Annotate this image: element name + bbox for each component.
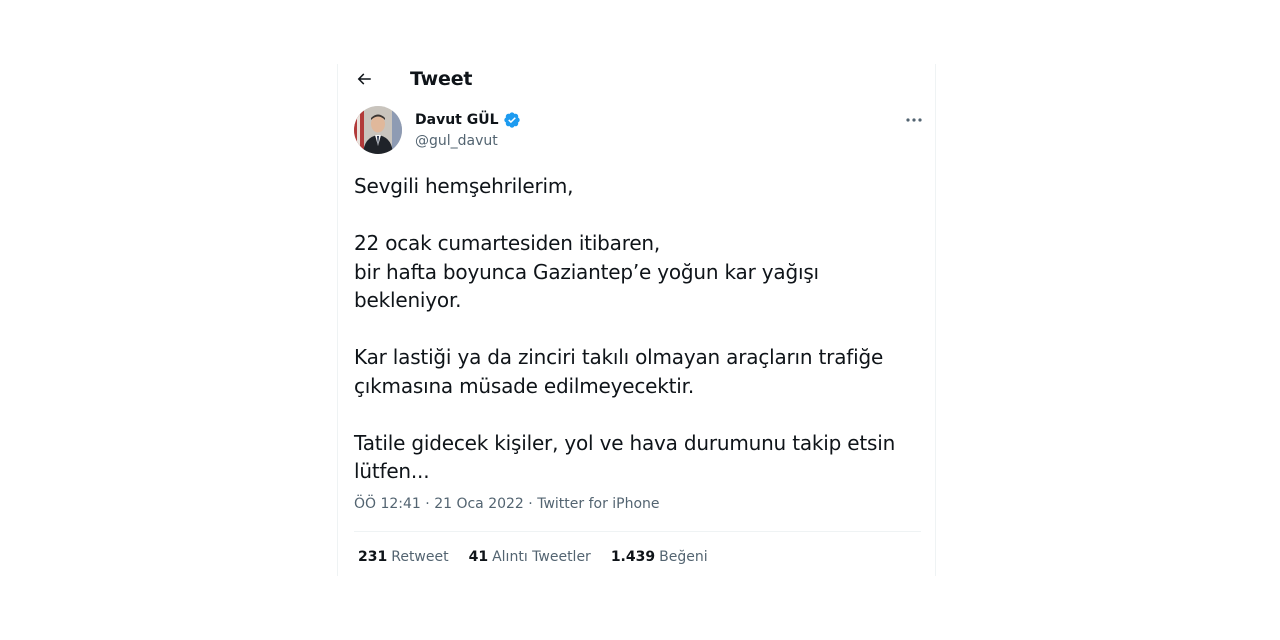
more-horizontal-icon[interactable]: [904, 112, 924, 128]
username[interactable]: @gul_davut: [415, 133, 498, 149]
meta-separator: ·: [523, 496, 538, 512]
tweet-text: Sevgili hemşehrilerim, 22 ocak cumartesi…: [354, 172, 922, 486]
tweet-line: Tatile gidecek kişiler, yol ve hava duru…: [354, 430, 896, 455]
tweet-time[interactable]: ÖÖ 12:41: [354, 496, 421, 512]
quotes-count: 41: [468, 549, 489, 565]
page-title: Tweet: [410, 68, 473, 90]
quotes-stat[interactable]: 41 Alıntı Tweetler: [469, 549, 591, 565]
retweets-stat[interactable]: 231 Retweet: [358, 549, 449, 565]
verified-badge-icon: [503, 112, 520, 128]
likes-label: Beğeni: [659, 549, 708, 565]
likes-stat[interactable]: 1.439 Beğeni: [611, 549, 708, 565]
tweet-line: Kar lastiği ya da zinciri takılı olmayan…: [354, 345, 884, 369]
tweet-line: lütfen...: [354, 459, 430, 483]
retweets-count: 231: [358, 549, 388, 565]
tweet-date[interactable]: 21 Oca 2022: [434, 496, 524, 512]
arrow-left-icon[interactable]: [355, 70, 373, 88]
tweet-line: 22 ocak cumartesiden itibaren,: [354, 231, 661, 255]
meta-separator: ·: [420, 496, 435, 512]
engagement-stats: 231 Retweet 41 Alıntı Tweetler 1.439 Beğeni: [358, 549, 708, 565]
tweet-source[interactable]: Twitter for iPhone: [537, 496, 659, 512]
retweets-label: Retweet: [391, 549, 449, 565]
display-name: Davut GÜL: [415, 112, 499, 128]
tweet-metadata: ÖÖ 12:41 · 21 Oca 2022 · Twitter for iPh…: [354, 496, 660, 512]
tweet-line: bir hafta boyunca Gaziantep’e yoğun kar …: [354, 259, 819, 313]
quotes-label: Alıntı Tweetler: [492, 549, 591, 565]
header: Tweet: [338, 64, 935, 100]
avatar-image: [354, 106, 402, 154]
likes-count: 1.439: [610, 549, 656, 565]
tweet-detail-panel: Tweet Davut GÜL @gul_davut Sevgili hemşe…: [337, 64, 936, 576]
divider: [354, 531, 921, 532]
tweet-line: Sevgili hemşehrilerim,: [354, 174, 574, 198]
avatar[interactable]: [354, 106, 402, 154]
author-block: Davut GÜL @gul_davut: [354, 106, 924, 156]
display-name-link[interactable]: Davut GÜL: [415, 111, 521, 129]
tweet-line: çıkmasına müsade edilmeyecektir.: [354, 373, 694, 398]
